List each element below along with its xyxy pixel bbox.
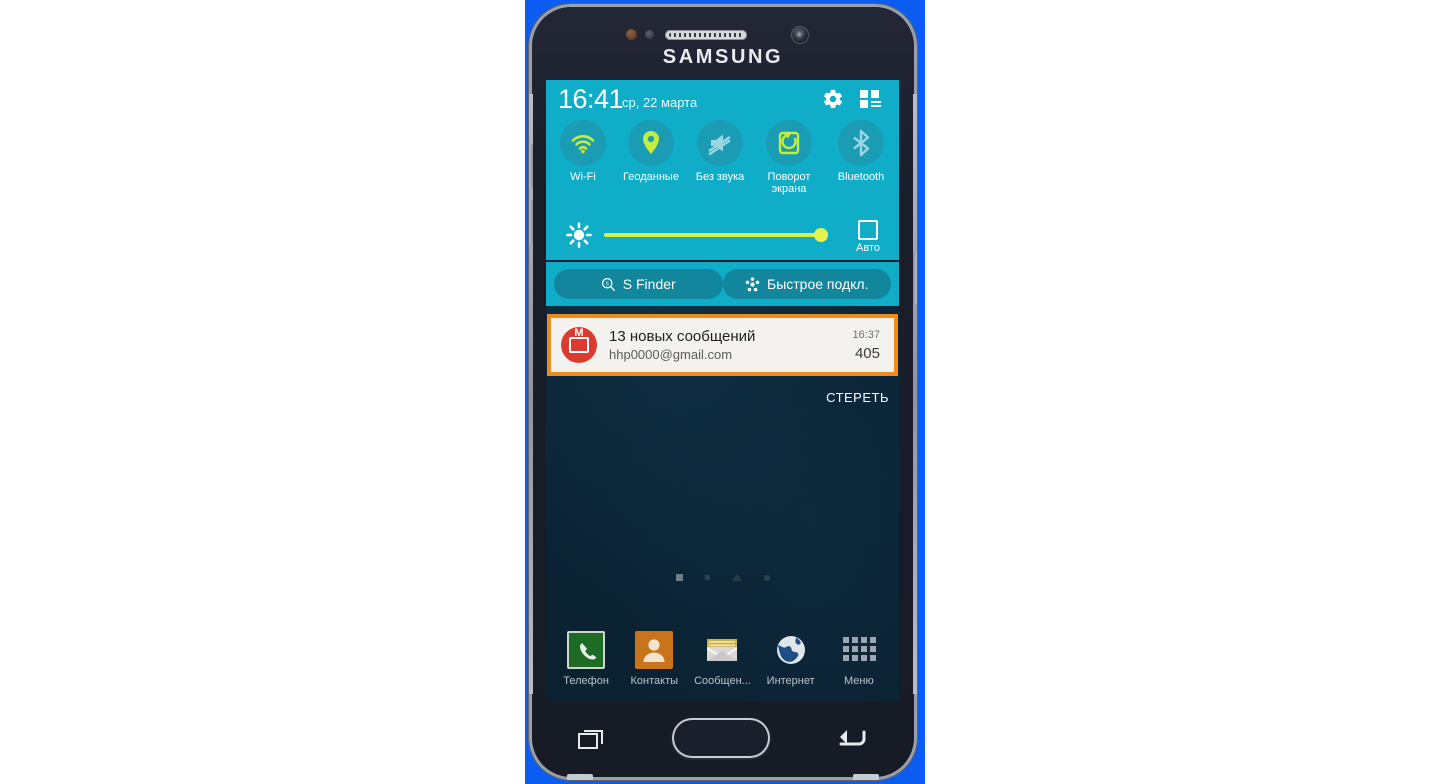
auto-brightness-checkbox[interactable]: [858, 220, 878, 240]
dock-item-contacts[interactable]: Контакты: [622, 631, 686, 687]
phone-device: SAMSUNG 16:41 ср, 22 марта Wi-Fi Геоданн…: [529, 4, 917, 780]
notification-subtitle: hhp0000@gmail.com: [609, 347, 733, 362]
wifi-icon: [560, 120, 606, 166]
home-button[interactable]: [672, 718, 771, 758]
navigation-bar: [546, 704, 899, 772]
page-indicator: [546, 574, 899, 581]
page-dot-home[interactable]: [731, 574, 742, 581]
toggle-mute[interactable]: Без звука: [686, 120, 754, 183]
brightness-slider-track[interactable]: [604, 233, 824, 237]
earpiece-holes: [669, 33, 743, 37]
brightness-row: Авто: [546, 212, 899, 260]
notification-card[interactable]: M 13 новых сообщений hhp0000@gmail.com 1…: [551, 318, 894, 372]
volume-down-button[interactable]: [529, 200, 533, 244]
status-clock: 16:41: [558, 84, 624, 114]
page-dot-4[interactable]: [763, 574, 770, 581]
mute-icon: [697, 120, 743, 166]
toggle-label: Поворот экрана: [767, 171, 811, 195]
bottom-notch-right: [853, 774, 879, 780]
s-finder-label: S Finder: [622, 276, 676, 292]
toggle-label: Геоданные: [623, 171, 679, 183]
quick-connect-icon: [745, 276, 760, 291]
notification-count: 405: [854, 345, 880, 362]
dock-item-apps[interactable]: Меню: [827, 631, 891, 687]
toggle-label: Bluetooth: [837, 171, 885, 183]
phone-icon: [567, 631, 606, 669]
bluetooth-icon: [838, 120, 884, 166]
screenshot-root: SAMSUNG 16:41 ср, 22 марта Wi-Fi Геоданн…: [0, 0, 1440, 784]
brand-logo: SAMSUNG: [662, 46, 784, 68]
search-circle-icon: S: [601, 277, 615, 291]
s-finder-button[interactable]: S S Finder: [554, 269, 723, 299]
internet-globe-icon: [772, 631, 810, 669]
right-rim: [913, 94, 917, 694]
dock-item-internet[interactable]: Интернет: [759, 631, 823, 687]
toggle-label: Wi-Fi: [570, 171, 596, 183]
proximity-sensor-icon: [626, 29, 637, 40]
apps-grid-icon: [840, 631, 878, 669]
finder-row: S S Finder Быстрое подкл.: [546, 262, 899, 306]
sensor-row: [529, 26, 917, 44]
dock-label: Интернет: [766, 675, 815, 687]
earpiece-speaker: [665, 30, 747, 40]
dock-label: Телефон: [563, 675, 609, 687]
toggle-label: Без звука: [695, 171, 745, 183]
notification-text: 13 новых сообщений hhp0000@gmail.com: [597, 327, 852, 363]
edit-grid-icon[interactable]: [859, 89, 883, 109]
quick-toggles-row: Wi-Fi Геоданные Без звука Поворот экрана…: [546, 120, 899, 212]
dock-item-phone[interactable]: Телефон: [554, 631, 618, 687]
toggle-screen-rotation[interactable]: Поворот экрана: [755, 120, 823, 195]
page-dot-1[interactable]: [675, 574, 683, 581]
auto-brightness-toggle[interactable]: Авто: [851, 220, 885, 254]
brightness-sun-icon: [566, 222, 592, 248]
quick-connect-label: Быстрое подкл.: [767, 276, 869, 292]
toggle-bluetooth[interactable]: Bluetooth: [827, 120, 895, 183]
dock-label: Контакты: [630, 675, 679, 687]
brightness-slider-knob[interactable]: [814, 228, 828, 242]
recent-apps-icon[interactable]: [578, 726, 608, 750]
back-icon[interactable]: [835, 726, 867, 750]
notification-meta: 16:37 405: [852, 327, 884, 363]
bottom-notch-left: [567, 774, 593, 780]
power-button[interactable]: [913, 252, 917, 304]
quick-connect-button[interactable]: Быстрое подкл.: [722, 269, 891, 299]
svg-text:S: S: [605, 281, 608, 287]
dock-label: Сообщен...: [694, 675, 751, 687]
home-dock: Телефон Контакты Сообщен... Интернет Мен…: [546, 631, 899, 687]
toggle-location[interactable]: Геоданные: [617, 120, 685, 183]
auto-brightness-label: Авто: [856, 242, 880, 254]
screen-rotation-icon: [766, 120, 812, 166]
location-pin-icon: [628, 120, 674, 166]
clear-notifications-button[interactable]: СТЕРЕТЬ: [826, 390, 889, 405]
messages-icon: [703, 631, 741, 669]
dock-item-messages[interactable]: Сообщен...: [690, 631, 754, 687]
quick-settings-panel: 16:41 ср, 22 марта Wi-Fi Геоданные Без з…: [546, 80, 899, 306]
notification-title: 13 новых сообщений: [609, 328, 756, 345]
status-date: ср, 22 марта: [622, 95, 698, 110]
gear-icon[interactable]: [822, 88, 844, 110]
quick-settings-header: 16:41 ср, 22 марта: [546, 80, 899, 120]
page-dot-2[interactable]: [704, 575, 710, 580]
notification-time: 16:37: [852, 329, 880, 341]
gmail-icon: M: [561, 327, 597, 363]
toggle-wifi[interactable]: Wi-Fi: [549, 120, 617, 183]
contacts-icon: [635, 631, 674, 669]
notification-highlight: M 13 новых сообщений hhp0000@gmail.com 1…: [547, 314, 898, 376]
volume-up-button[interactable]: [529, 144, 533, 188]
dock-label: Меню: [843, 675, 874, 687]
phone-screen: 16:41 ср, 22 марта Wi-Fi Геоданные Без з…: [546, 80, 899, 701]
front-camera-icon: [791, 26, 809, 44]
light-sensor-icon: [645, 30, 654, 39]
gmail-m-glyph: M: [574, 327, 584, 339]
